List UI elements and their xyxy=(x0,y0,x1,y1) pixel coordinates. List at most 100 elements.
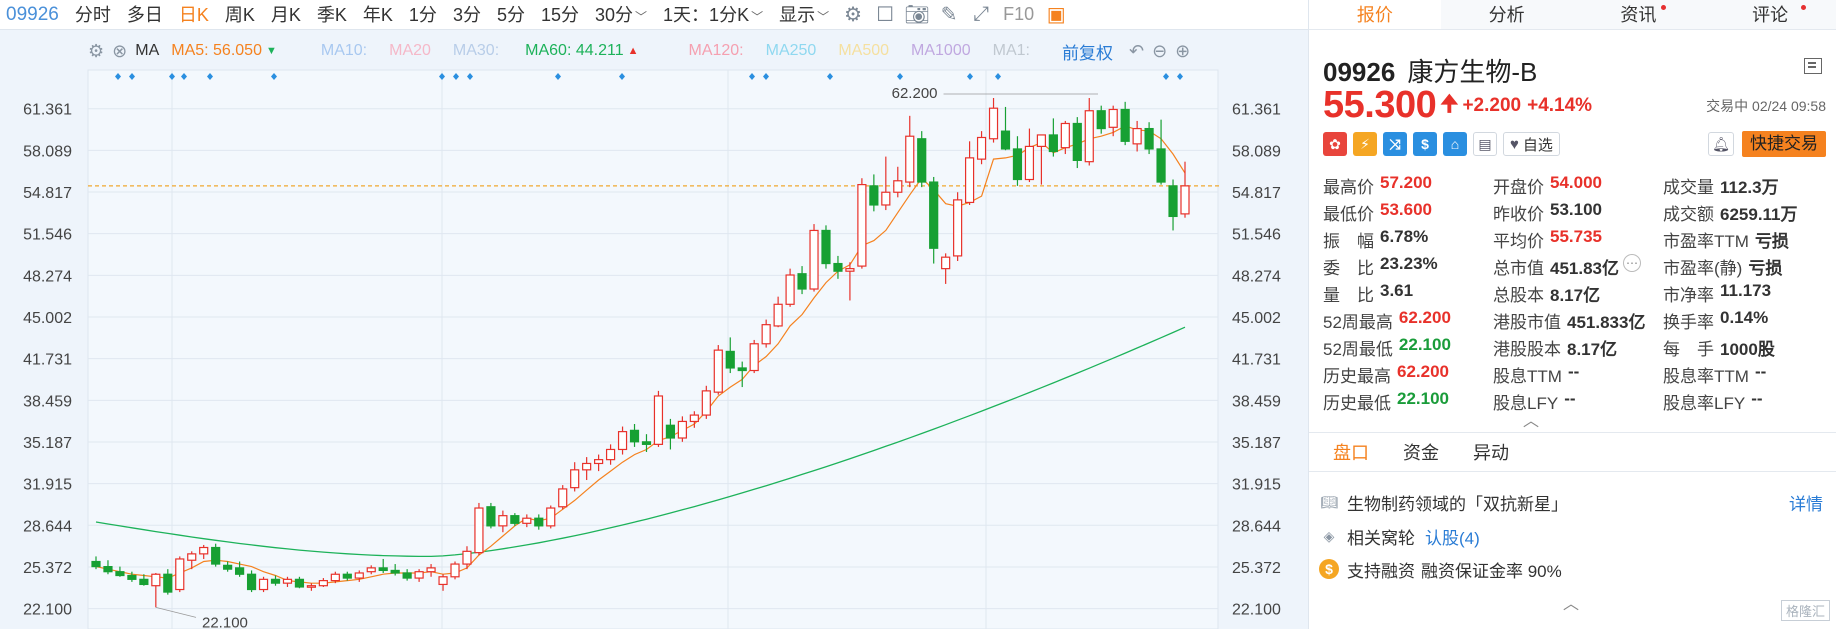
y-tick-label-left: 31.915 xyxy=(23,477,72,494)
candle-up xyxy=(809,229,819,290)
candle-down xyxy=(629,429,640,443)
period-multiday[interactable]: 多日 xyxy=(119,0,171,30)
shuffle-icon[interactable]: ⤨ xyxy=(1383,132,1407,156)
subtab-anomaly[interactable]: 异动 xyxy=(1473,439,1509,465)
dollar-icon[interactable]: $ xyxy=(1413,132,1437,156)
concept-text: 生物制药领域的「双抗新星」 xyxy=(1347,494,1568,514)
margin-row: $ 支持融资 融资保证金率 90% xyxy=(1319,553,1829,585)
warrants-link[interactable]: 认股(4) xyxy=(1425,524,1480,549)
hk-flag-icon[interactable]: ✿ xyxy=(1323,132,1347,156)
period-daily-k[interactable]: 日K xyxy=(171,0,217,30)
frame-select-icon[interactable]: ☐ xyxy=(869,0,901,30)
fast-trade-button[interactable]: 快捷交易 xyxy=(1742,131,1826,157)
candle-up xyxy=(953,199,963,257)
subtab-orderbook[interactable]: 盘口 xyxy=(1333,439,1369,465)
candle-up xyxy=(749,343,759,372)
period-3min[interactable]: 3分 xyxy=(445,0,489,30)
candle-up xyxy=(761,324,771,345)
period-yearly-k[interactable]: 年K xyxy=(355,0,401,30)
candle-up xyxy=(617,431,628,451)
candle-down xyxy=(1012,148,1023,181)
margin-dollar-icon: $ xyxy=(1319,559,1339,579)
stat-label: 成交额 xyxy=(1663,205,1714,224)
stat-value: 53.600 xyxy=(1380,200,1432,219)
stat-value: -- xyxy=(1754,362,1767,381)
period-weekly-k[interactable]: 周K xyxy=(217,0,263,30)
candle-down xyxy=(1072,122,1082,162)
stat-label: 股息率TTM xyxy=(1663,367,1749,386)
candle-up xyxy=(366,567,376,573)
candlestick-chart[interactable]: 61.361 61.361 58.089 58.089 54.817 54.817 51.5… xyxy=(0,30,1308,629)
stock-code-tab[interactable]: 09926 xyxy=(0,0,67,30)
collapse-stats-chevron-icon[interactable]: ︿ xyxy=(1523,407,1539,431)
subtab-capital[interactable]: 资金 xyxy=(1403,439,1439,465)
adjust-dropdown[interactable]: 1天：1分K xyxy=(655,0,771,30)
candle-up xyxy=(1084,110,1094,163)
stat-cell: 市盈率TTM 亏损 xyxy=(1663,227,1833,252)
stat-cell: 昨收价 53.100 xyxy=(1493,200,1663,225)
stats-row: 振 幅 6.78% 平均价 55.735 市盈率TTM 亏损 xyxy=(1323,226,1833,253)
tab-news[interactable]: 资讯 xyxy=(1573,0,1705,29)
stat-label: 最高价 xyxy=(1323,178,1374,197)
candle-up xyxy=(151,573,161,587)
display-dropdown[interactable]: 显示 xyxy=(771,0,837,30)
candle-up xyxy=(258,578,269,591)
lightning-icon[interactable]: ⚡ xyxy=(1353,132,1377,156)
period-30min-dropdown[interactable]: 30分 xyxy=(587,0,655,30)
y-tick-label-right: 48.274 xyxy=(1232,268,1281,285)
y-tick-label-right: 25.372 xyxy=(1232,560,1281,577)
tab-analysis[interactable]: 分析 xyxy=(1441,0,1573,29)
more-icon[interactable]: ⋯ xyxy=(1623,254,1641,272)
candle-down xyxy=(833,262,843,272)
candle-down xyxy=(797,273,807,290)
candle-down xyxy=(1144,127,1154,150)
f10-button[interactable]: F10 xyxy=(997,4,1040,25)
candle-up xyxy=(1108,108,1118,128)
period-15min[interactable]: 15分 xyxy=(533,0,587,30)
settings-gear-icon[interactable]: ⚙ xyxy=(837,0,869,30)
candle-down xyxy=(929,181,939,249)
candle-up xyxy=(857,184,867,267)
candle-up xyxy=(988,107,999,140)
stat-cell: 市盈率(静) 亏损 xyxy=(1663,254,1833,279)
tab-comments[interactable]: 评论 xyxy=(1704,0,1836,29)
y-tick-label-right: 61.361 xyxy=(1232,102,1281,119)
stats-row: 52周最高 62.200 港股市值 451.833亿 换手率 0.14% xyxy=(1323,307,1833,334)
collapse-info-chevron-icon[interactable]: ︿ xyxy=(1563,590,1579,614)
side-panel-toggle-icon[interactable]: ▣ xyxy=(1040,0,1072,30)
candle-down xyxy=(139,578,149,586)
stat-label: 振 幅 xyxy=(1323,232,1374,251)
candle-up xyxy=(964,157,975,204)
stat-value: 62.200 xyxy=(1398,308,1451,327)
tag-icon[interactable]: ⌂ xyxy=(1443,132,1467,156)
stat-label: 成交量 xyxy=(1663,178,1714,197)
period-1min[interactable]: 1分 xyxy=(401,0,445,30)
draw-pen-icon[interactable]: ✎ xyxy=(933,0,965,30)
period-intraday[interactable]: 分时 xyxy=(67,0,119,30)
candle-down xyxy=(342,573,352,579)
margin-label: 支持融资 xyxy=(1347,561,1415,581)
alert-bell-icon[interactable]: 🔔︎ xyxy=(1708,132,1734,156)
period-5min[interactable]: 5分 xyxy=(489,0,533,30)
tab-quote[interactable]: 报价 xyxy=(1309,0,1441,29)
candle-down xyxy=(534,517,544,527)
candle-up xyxy=(570,469,580,489)
stat-value: 22.100 xyxy=(1398,335,1451,354)
stat-label: 最低价 xyxy=(1323,205,1374,224)
note-icon[interactable]: ▤ xyxy=(1473,132,1497,156)
fullscreen-icon[interactable]: ⤢ xyxy=(965,0,997,30)
period-monthly-k[interactable]: 月K xyxy=(263,0,309,30)
y-tick-label-left: 28.644 xyxy=(23,518,72,535)
panel-layout-icon[interactable] xyxy=(1804,58,1822,74)
candle-down xyxy=(91,560,101,568)
period-quarterly-k[interactable]: 季K xyxy=(309,0,355,30)
detail-link[interactable]: 详情 xyxy=(1789,490,1823,515)
camera-icon[interactable]: 📷︎ xyxy=(901,0,933,30)
stat-label: 换手率 xyxy=(1663,313,1714,332)
stat-cell: 市净率 11.173 xyxy=(1663,281,1833,306)
stat-label: 历史最低 xyxy=(1323,394,1391,413)
add-watchlist-button[interactable]: ♥ 自选 xyxy=(1503,132,1560,156)
stat-cell: 股息TTM -- xyxy=(1493,362,1663,387)
stat-label: 港股股本 xyxy=(1493,340,1561,359)
stat-value: 22.100 xyxy=(1397,389,1449,408)
